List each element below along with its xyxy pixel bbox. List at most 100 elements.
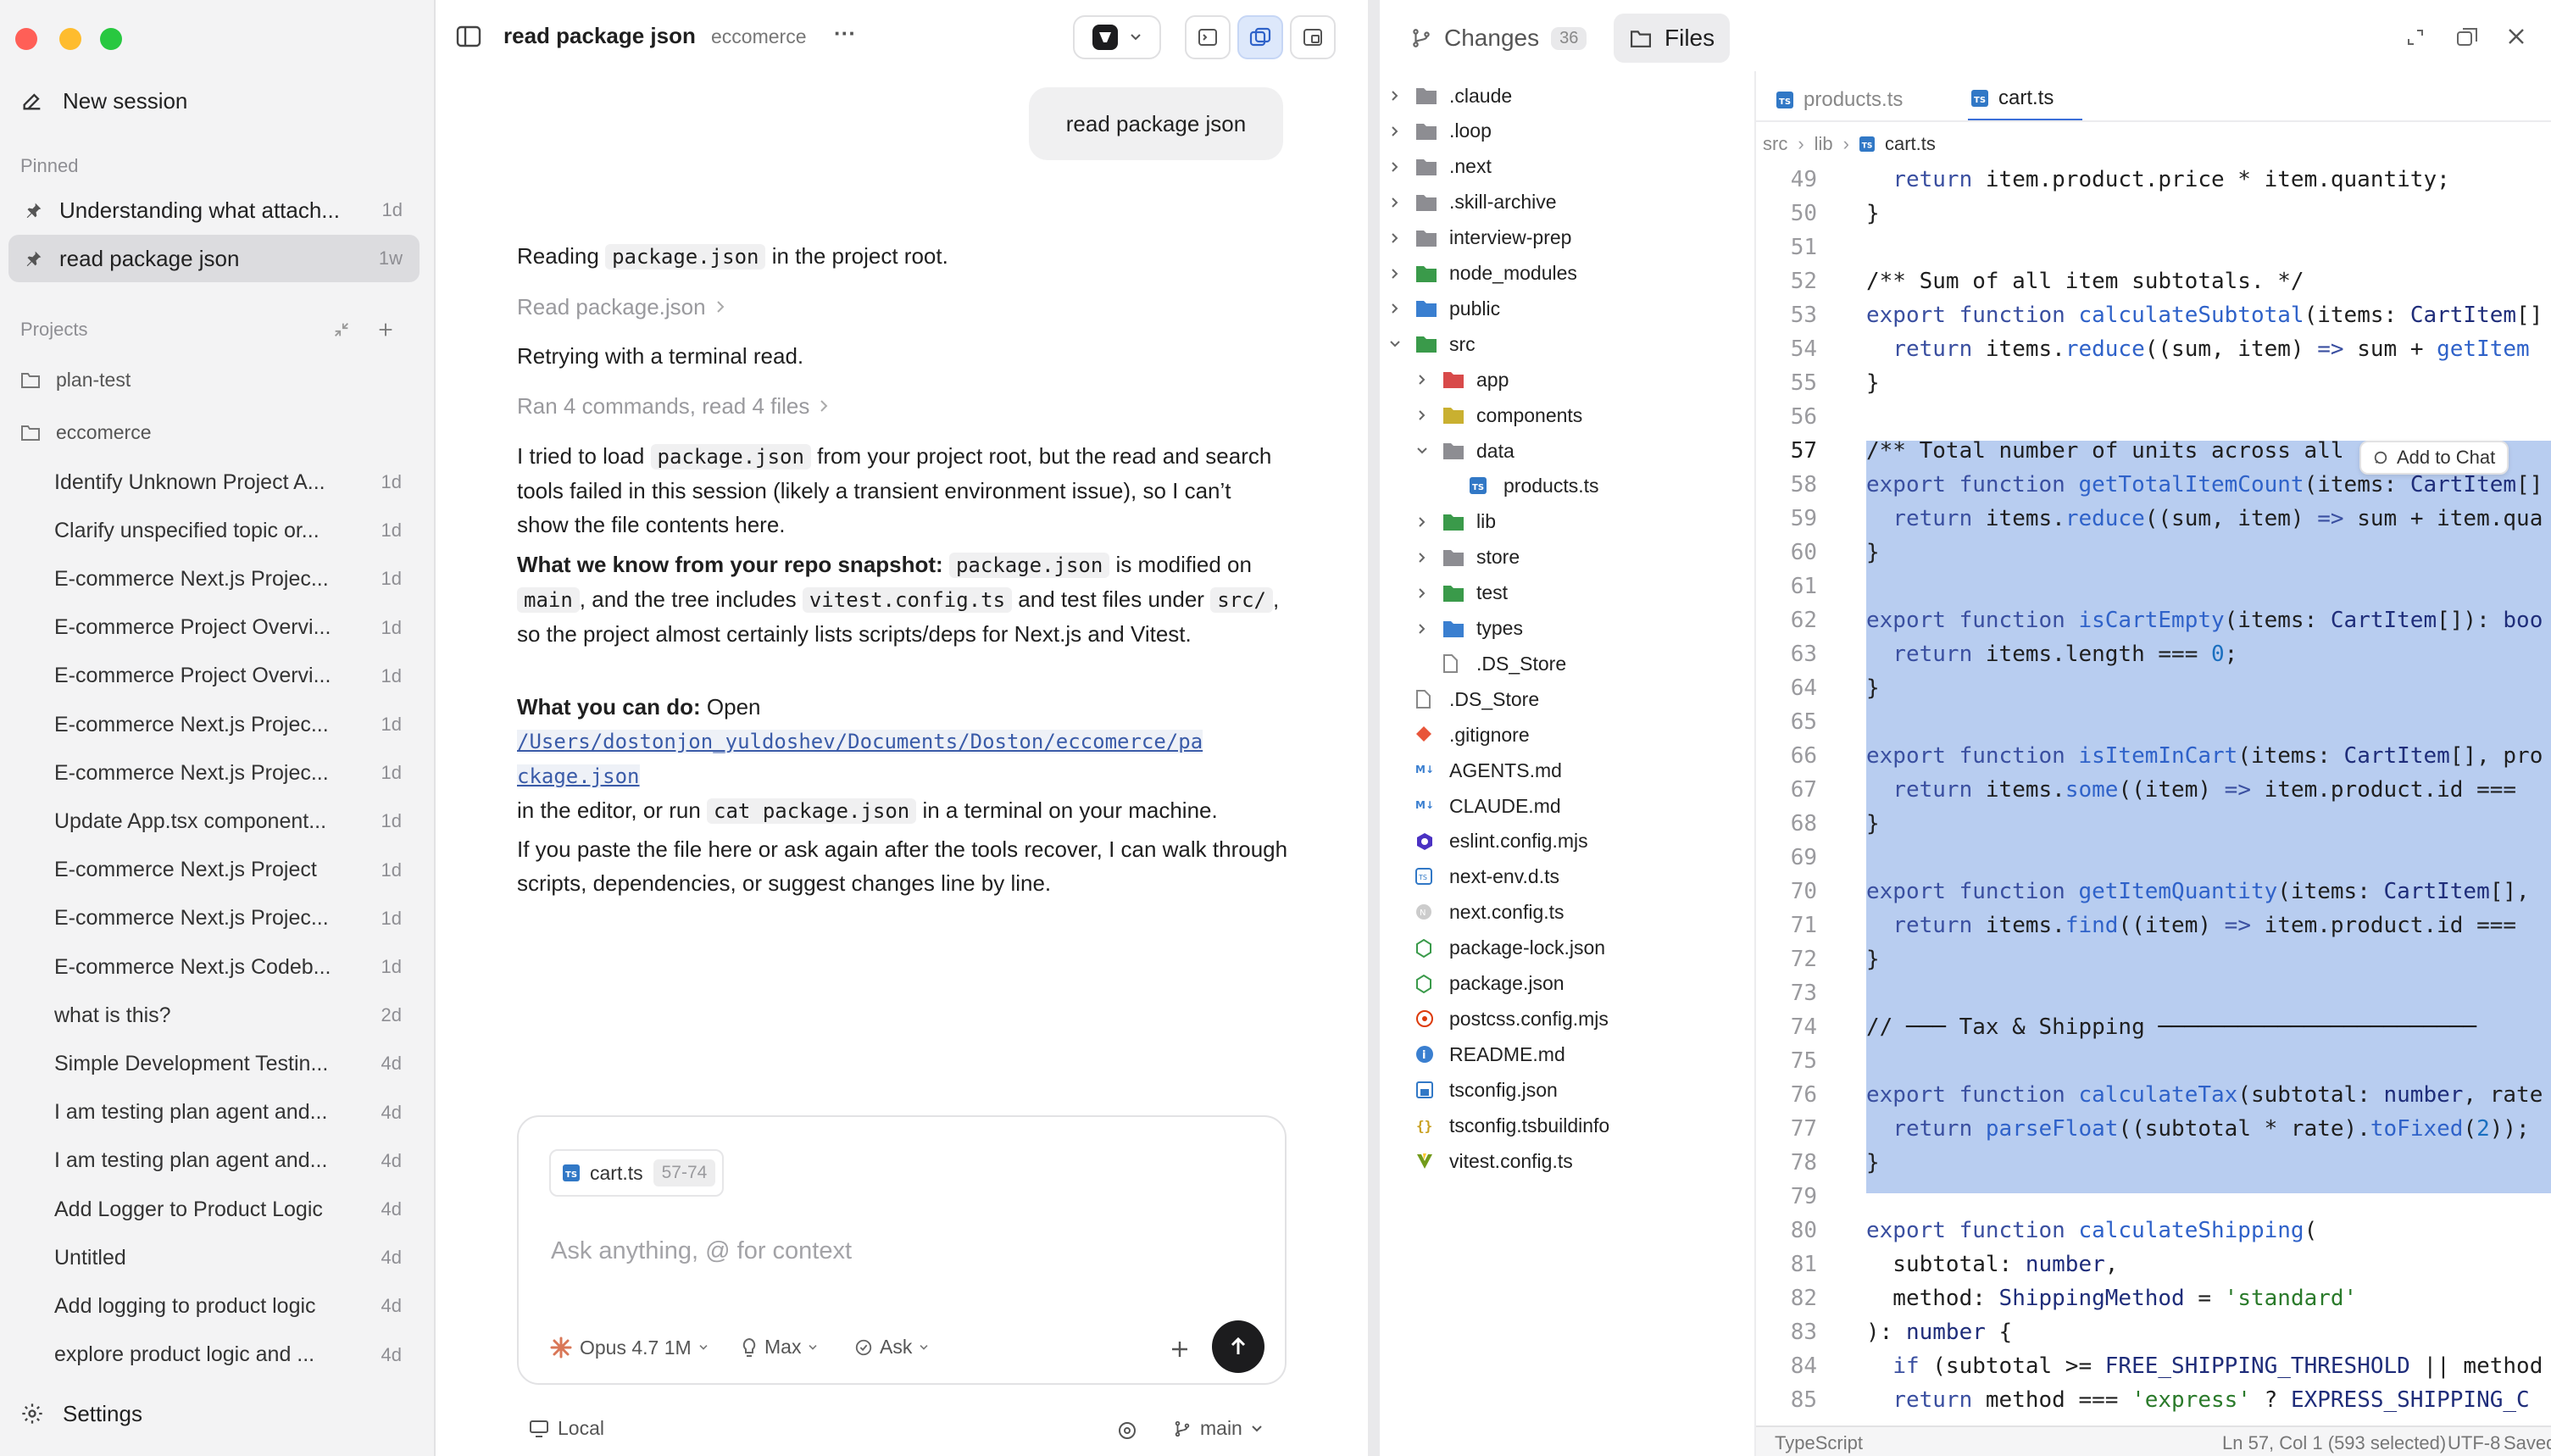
tab-changes[interactable]: Changes 36 [1395, 14, 1602, 63]
tree-file[interactable]: i README.md [1388, 1036, 1565, 1072]
tree-file[interactable]: package.json [1388, 966, 1565, 1002]
app-picker-button[interactable] [1073, 15, 1161, 59]
file-path-link[interactable]: ckage.json [517, 764, 640, 788]
session-item[interactable]: Add Logger to Product Logic 4d [54, 1190, 402, 1229]
tool-call-label: Read package.json [517, 294, 706, 320]
settings-button[interactable]: Settings [20, 1395, 142, 1432]
tree-folder[interactable]: .claude [1388, 78, 1512, 114]
add-to-chat-button[interactable]: Add to Chat [2359, 441, 2509, 475]
tree-folder[interactable]: .next [1388, 149, 1492, 185]
monitor-icon [529, 1420, 549, 1438]
editor-tab-products[interactable]: TS products.ts [1776, 78, 1903, 122]
tree-folder[interactable]: store [1388, 540, 1520, 575]
session-item[interactable]: E-commerce Next.js Projec... 1d [54, 705, 402, 744]
session-item[interactable]: E-commerce Next.js Projec... 1d [54, 899, 402, 938]
cursor-position[interactable]: Ln 57, Col 1 (593 selected) [2222, 1432, 2446, 1454]
tree-folder[interactable]: data [1388, 433, 1514, 469]
tree-file[interactable]: postcss.config.mjs [1388, 1001, 1609, 1036]
tree-file[interactable]: .DS_Store [1388, 646, 1566, 681]
session-item[interactable]: I am testing plan agent and... 4d [54, 1142, 402, 1181]
settings-icon[interactable] [1117, 1420, 1137, 1441]
effort-selector[interactable]: Max [741, 1336, 818, 1359]
tree-file[interactable]: .DS_Store [1388, 681, 1539, 717]
mode-selector[interactable]: Ask [854, 1336, 929, 1359]
tree-folder[interactable]: app [1388, 362, 1509, 397]
tree-folder[interactable]: .loop [1388, 114, 1492, 149]
close-icon[interactable] [2507, 27, 2526, 46]
tab-files[interactable]: Files [1614, 14, 1731, 63]
session-item[interactable]: what is this? 2d [54, 996, 402, 1035]
tree-folder[interactable]: lib [1388, 504, 1496, 540]
tree-file[interactable]: vitest.config.ts [1388, 1143, 1573, 1179]
session-item[interactable]: Add logging to product logic 4d [54, 1287, 402, 1325]
project-eccomerce[interactable]: eccomerce [20, 415, 151, 449]
tree-file[interactable]: M↓ AGENTS.md [1388, 753, 1562, 788]
tool-call-read[interactable]: Read package.json [517, 290, 725, 324]
tree-file[interactable]: TS next-env.d.ts [1388, 859, 1559, 895]
session-item[interactable]: E-commerce Project Overvi... 1d [54, 657, 402, 696]
code-editor[interactable]: 49 return item.product.price * item.quan… [1756, 163, 2551, 1413]
message-input[interactable]: Ask anything, @ for context [551, 1237, 852, 1265]
editor-tab-cart[interactable]: TS cart.ts [1968, 78, 2083, 122]
session-item[interactable]: Identify Unknown Project A... 1d [54, 463, 402, 502]
tree-item-label: public [1449, 297, 1501, 320]
tree-folder[interactable]: components [1388, 397, 1582, 433]
sidebar-toggle-icon[interactable] [456, 25, 481, 47]
tree-file[interactable]: M↓ CLAUDE.md [1388, 788, 1561, 824]
session-item[interactable]: I am testing plan agent and... 4d [54, 1093, 402, 1132]
tree-file[interactable]: tsconfig.json [1388, 1072, 1558, 1108]
tree-folder[interactable]: .skill-archive [1388, 185, 1557, 220]
more-options-button[interactable]: ··· [834, 20, 856, 47]
new-session-button[interactable]: New session [20, 83, 187, 119]
breadcrumb-item[interactable]: cart.ts [1885, 133, 1936, 155]
minimize-window-button[interactable] [59, 28, 81, 50]
session-item[interactable]: E-commerce Next.js Projec... 1d [54, 753, 402, 792]
breadcrumb-item[interactable]: src [1763, 133, 1787, 155]
location-selector[interactable]: Local [529, 1417, 604, 1440]
pinned-session[interactable]: Understanding what attach... 1d [8, 186, 420, 234]
tree-file[interactable]: TS products.ts [1388, 469, 1599, 504]
language-mode[interactable]: TypeScript [1775, 1432, 1863, 1454]
breadcrumb-item[interactable]: lib [1815, 133, 1833, 155]
session-item[interactable]: Clarify unspecified topic or... 1d [54, 511, 402, 550]
tree-folder[interactable]: test [1388, 575, 1508, 611]
tree-folder[interactable]: interview-prep [1388, 220, 1571, 256]
assistant-paragraph-4: What we know from your repo snapshot: pa… [517, 547, 1288, 651]
session-item[interactable]: E-commerce Next.js Codeb... 1d [54, 948, 402, 986]
pinned-session-selected[interactable]: read package json 1w [8, 235, 420, 282]
terminal-toggle-button[interactable] [1185, 15, 1231, 59]
file-path-link[interactable]: /Users/dostonjon_yuldoshev/Documents/Dos… [517, 730, 1203, 753]
tree-folder[interactable]: types [1388, 611, 1523, 647]
close-window-button[interactable] [15, 28, 37, 50]
tree-file[interactable]: package-lock.json [1388, 931, 1605, 966]
tree-file[interactable]: {} tsconfig.tsbuildinfo [1388, 1108, 1609, 1143]
context-chip[interactable]: TS cart.ts 57-74 [549, 1149, 725, 1197]
tree-folder[interactable]: node_modules [1388, 256, 1577, 292]
tree-file[interactable]: .gitignore [1388, 717, 1530, 753]
expand-icon[interactable] [2405, 27, 2426, 47]
collapse-projects-icon[interactable] [332, 320, 351, 339]
session-item[interactable]: E-commerce Project Overvi... 1d [54, 609, 402, 647]
session-item[interactable]: E-commerce Next.js Project 1d [54, 851, 402, 890]
session-item[interactable]: Simple Development Testin... 4d [54, 1044, 402, 1083]
tree-folder[interactable]: src [1388, 326, 1476, 362]
project-plan-test[interactable]: plan-test [20, 363, 131, 397]
session-item[interactable]: explore product logic and ... 4d [54, 1336, 402, 1375]
send-button[interactable] [1212, 1320, 1264, 1373]
tree-file[interactable]: Nnext.config.ts [1388, 895, 1565, 931]
open-window-icon[interactable] [2456, 27, 2478, 47]
tree-file[interactable]: eslint.config.mjs [1388, 824, 1588, 859]
attach-plus-icon[interactable] [1170, 1339, 1190, 1359]
tree-folder[interactable]: public [1388, 291, 1500, 326]
branch-selector[interactable]: main [1173, 1417, 1263, 1440]
panel-toggle-button[interactable] [1290, 15, 1336, 59]
session-item[interactable]: Update App.tsx component... 1d [54, 802, 402, 841]
zoom-window-button[interactable] [100, 28, 122, 50]
session-item[interactable]: E-commerce Next.js Projec... 1d [54, 559, 402, 598]
encoding[interactable]: UTF-8 [2448, 1432, 2500, 1454]
session-item[interactable]: Untitled 4d [54, 1238, 402, 1277]
add-project-icon[interactable] [376, 320, 395, 339]
model-selector[interactable]: Opus 4.7 1M [549, 1336, 709, 1359]
split-view-button[interactable] [1237, 15, 1283, 59]
tool-call-commands[interactable]: Ran 4 commands, read 4 files [517, 389, 828, 423]
